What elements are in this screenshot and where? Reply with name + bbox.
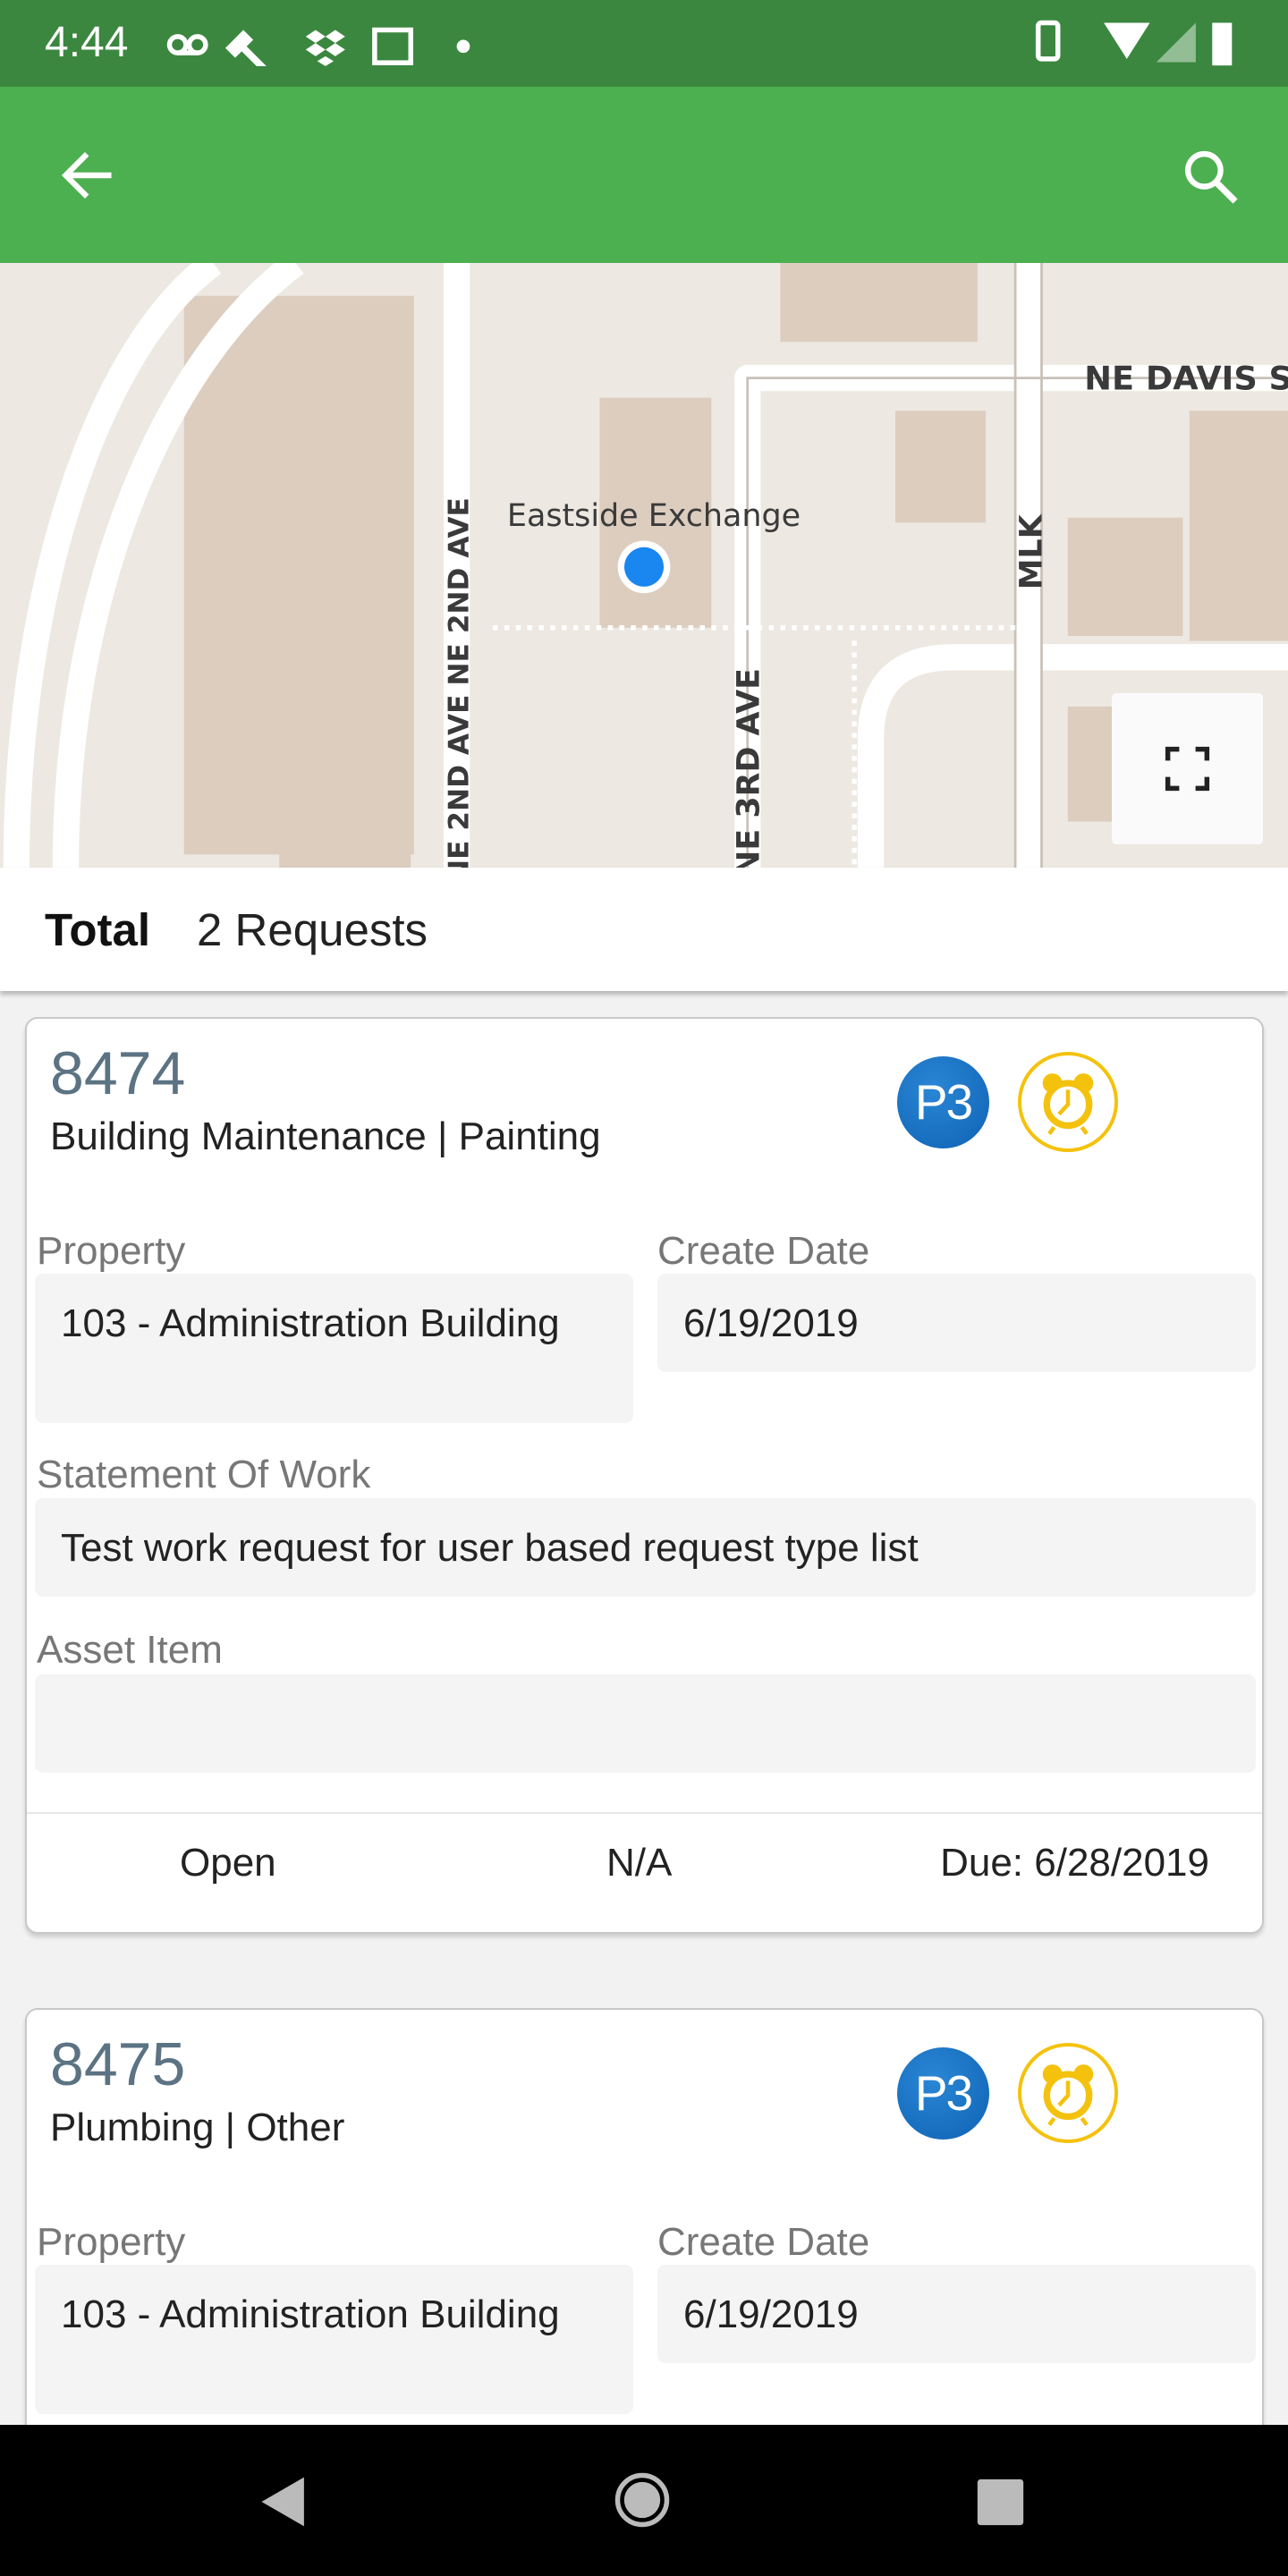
alarm-clock-icon bbox=[1018, 1052, 1118, 1152]
priority-badge: P3 bbox=[897, 2047, 989, 2140]
wifi-icon bbox=[1104, 22, 1150, 59]
create-date-field: 6/19/2019 bbox=[657, 2265, 1256, 2363]
street-label: NE 2ND AVE bbox=[443, 497, 475, 685]
battery-charging-icon bbox=[1212, 22, 1233, 66]
home-nav-icon[interactable] bbox=[613, 2470, 672, 2529]
street-label: NE 2ND AVE bbox=[443, 695, 475, 868]
status-time: 4:44 bbox=[45, 19, 129, 66]
property-label: Property bbox=[37, 1229, 186, 1273]
calendar-icon bbox=[372, 27, 414, 65]
alarm-clock-icon bbox=[1018, 2043, 1118, 2143]
street-label: NE 3RD AVE bbox=[732, 668, 767, 868]
request-id: 8475 bbox=[50, 2030, 186, 2098]
due-date-text: Due: 6/28/2019 bbox=[940, 1841, 1209, 1885]
vibrate-icon bbox=[1035, 20, 1061, 62]
signal-icon bbox=[1156, 22, 1196, 63]
wrench-icon bbox=[225, 30, 267, 66]
property-field: 103 - Administration Building bbox=[35, 1274, 633, 1423]
back-nav-icon[interactable] bbox=[255, 2474, 314, 2529]
street-label: MLK bbox=[1013, 513, 1049, 589]
priority-badge: P3 bbox=[897, 1056, 989, 1148]
summary-bar: Total 2 Requests bbox=[0, 868, 1288, 991]
request-category: Plumbing | Other bbox=[50, 2106, 345, 2149]
recents-nav-icon[interactable] bbox=[976, 2478, 1025, 2527]
navigation-bar bbox=[0, 2425, 1288, 2576]
street-label: NE DAVIS S bbox=[1084, 359, 1288, 397]
fullscreen-icon bbox=[1165, 746, 1210, 792]
divider bbox=[27, 1812, 1262, 1814]
request-category: Building Maintenance | Painting bbox=[50, 1114, 601, 1158]
map-view[interactable]: Eastside Exchange NE DAVIS S NE 2ND AVE … bbox=[0, 252, 1288, 883]
total-value: 2 Requests bbox=[197, 904, 428, 955]
map-canvas[interactable]: Eastside Exchange NE DAVIS S NE 2ND AVE … bbox=[0, 252, 1288, 883]
create-date-label: Create Date bbox=[657, 2220, 870, 2264]
status-text: Open bbox=[180, 1841, 276, 1885]
create-date-label: Create Date bbox=[657, 1229, 870, 1273]
current-location-marker bbox=[623, 547, 665, 587]
total-label: Total bbox=[45, 904, 151, 955]
app-bar bbox=[0, 87, 1288, 263]
map-place-label: Eastside Exchange bbox=[507, 498, 801, 534]
property-label: Property bbox=[37, 2220, 186, 2264]
notification-icons bbox=[166, 27, 470, 66]
request-id: 8474 bbox=[50, 1039, 186, 1107]
asset-item-label: Asset Item bbox=[37, 1628, 223, 1672]
arrow-left-icon[interactable] bbox=[59, 148, 118, 203]
assignee-text: N/A bbox=[606, 1841, 673, 1885]
statement-of-work-label: Statement Of Work bbox=[37, 1453, 371, 1496]
status-bar: 4:44 bbox=[0, 0, 1288, 87]
statement-of-work-field: Test work request for user based request… bbox=[35, 1498, 1256, 1597]
system-icons bbox=[1035, 20, 1233, 66]
fullscreen-button[interactable] bbox=[1112, 693, 1263, 844]
voicemail-icon bbox=[166, 34, 208, 55]
request-card[interactable]: 8474 Building Maintenance | Painting P3 … bbox=[25, 1017, 1264, 1934]
asset-item-field bbox=[35, 1674, 1256, 1773]
create-date-field: 6/19/2019 bbox=[657, 1274, 1256, 1372]
dot-icon bbox=[456, 39, 470, 54]
dropbox-icon bbox=[305, 30, 345, 66]
search-icon[interactable] bbox=[1180, 146, 1245, 211]
property-field: 103 - Administration Building bbox=[35, 2265, 633, 2414]
